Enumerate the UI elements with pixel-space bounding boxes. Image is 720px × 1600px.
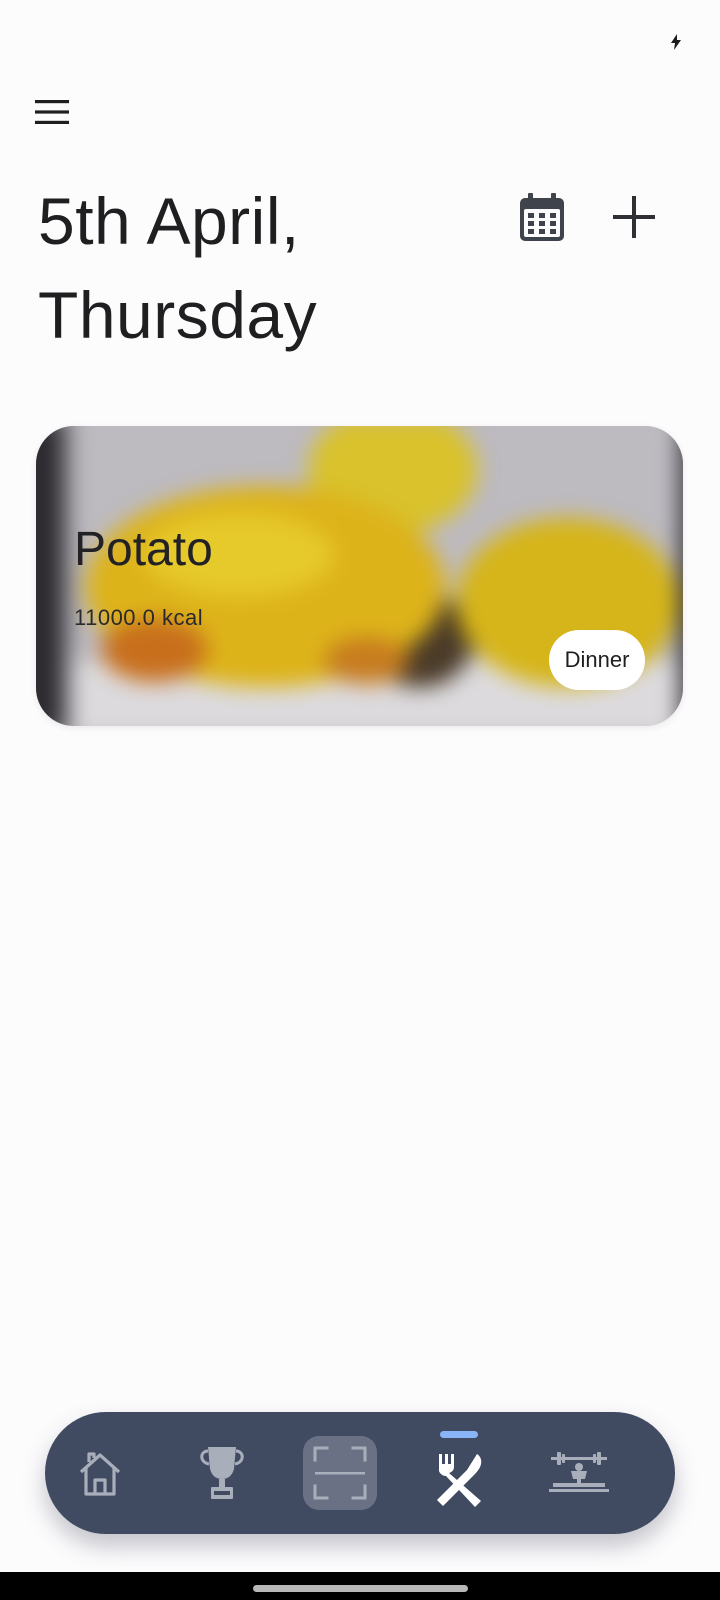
plus-icon [613, 196, 655, 238]
nav-workout[interactable] [529, 1412, 629, 1534]
home-icon [79, 1452, 121, 1496]
calendar-button[interactable] [510, 185, 574, 249]
gesture-handle[interactable] [253, 1585, 468, 1592]
title-weekday: Thursday [38, 278, 318, 352]
meal-type-badge[interactable]: Dinner [549, 630, 645, 690]
hamburger-menu-icon [35, 100, 69, 124]
meal-name: Potato [74, 523, 213, 576]
system-navigation-bar [0, 1572, 720, 1600]
bottom-navigation [45, 1412, 675, 1534]
meal-calories: 11000.0 kcal [74, 605, 204, 630]
workout-bench-icon [549, 1452, 609, 1492]
calendar-icon [520, 193, 564, 241]
fork-knife-icon [437, 1454, 482, 1507]
nav-achievements[interactable] [172, 1412, 272, 1534]
nav-scan[interactable] [290, 1412, 390, 1534]
charging-bolt-icon [671, 34, 681, 50]
status-bar [0, 0, 720, 80]
active-tab-indicator [440, 1431, 478, 1438]
trophy-icon [200, 1447, 244, 1499]
add-meal-button[interactable] [602, 185, 666, 249]
title-date: 5th April, [38, 184, 300, 258]
menu-button[interactable] [26, 86, 78, 138]
nav-home[interactable] [50, 1412, 150, 1534]
nav-meals[interactable] [409, 1412, 509, 1534]
page-title: 5th April, Thursday [38, 174, 478, 362]
scan-icon [313, 1446, 367, 1500]
meal-card[interactable]: Potato 11000.0 kcal Dinner [36, 426, 683, 726]
scan-button-background [303, 1436, 377, 1510]
